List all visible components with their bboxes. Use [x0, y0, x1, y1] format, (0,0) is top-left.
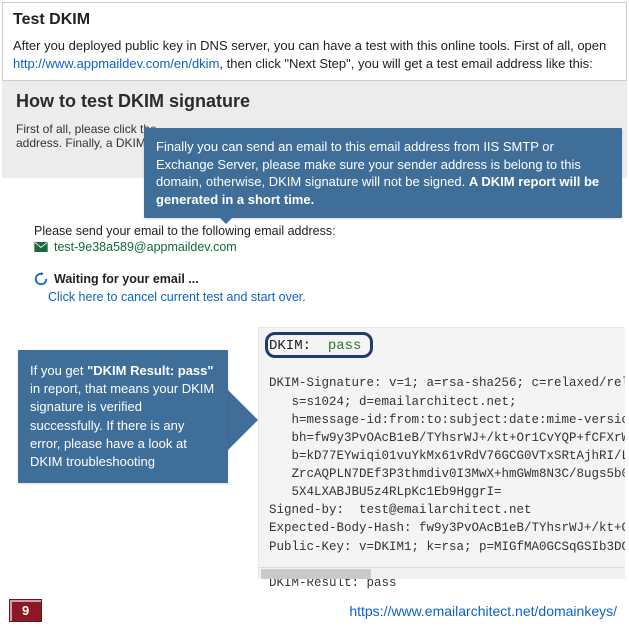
waiting-line: Waiting for your email ...	[34, 272, 615, 286]
please-send: Please send your email to the following …	[34, 224, 615, 238]
callout2-a: If you get	[30, 363, 87, 378]
waiting-text: Waiting for your email ...	[54, 272, 199, 286]
scrollbar-thumb[interactable]	[261, 569, 371, 579]
footer-link[interactable]: https://www.emailarchitect.net/domainkey…	[349, 603, 617, 619]
callout2-b: in report, that means your DKIM signatur…	[30, 381, 214, 469]
page-number-badge: 9	[10, 600, 41, 621]
intro-before: After you deployed public key in DNS ser…	[13, 38, 606, 53]
refresh-icon	[34, 272, 48, 286]
tool-link[interactable]: http://www.appmaildev.com/en/dkim	[13, 56, 219, 71]
callout-result: If you get "DKIM Result: pass" in report…	[18, 350, 228, 483]
intro-after: , then click "Next Step", you will get a…	[219, 56, 592, 71]
section-title: Test DKIM	[13, 11, 616, 29]
intro-text: After you deployed public key in DNS ser…	[13, 37, 616, 72]
intro-box: Test DKIM After you deployed public key …	[2, 2, 627, 81]
highlight-ring-icon	[265, 332, 373, 358]
callout2-bold: "DKIM Result: pass"	[87, 363, 213, 378]
test-email-address: test-9e38a589@appmaildev.com	[54, 240, 237, 254]
envelope-icon	[34, 242, 48, 252]
cancel-link[interactable]: Click here to cancel current test and st…	[48, 290, 615, 304]
email-line: test-9e38a589@appmaildev.com	[34, 240, 615, 254]
callout-arrow-icon	[228, 390, 258, 450]
footer: 9 https://www.emailarchitect.net/domaink…	[0, 595, 629, 627]
callout-send-email: Finally you can send an email to this em…	[144, 128, 622, 218]
dkim-report-panel: DKIM: pass DKIM-Signature: v=1; a=rsa-sh…	[258, 327, 625, 579]
scrollbar-horizontal[interactable]	[259, 567, 625, 579]
report-body: DKIM: pass DKIM-Signature: v=1; a=rsa-sh…	[259, 328, 625, 600]
report-text: DKIM-Signature: v=1; a=rsa-sha256; c=rel…	[269, 376, 625, 589]
howto-title: How to test DKIM signature	[16, 91, 613, 112]
